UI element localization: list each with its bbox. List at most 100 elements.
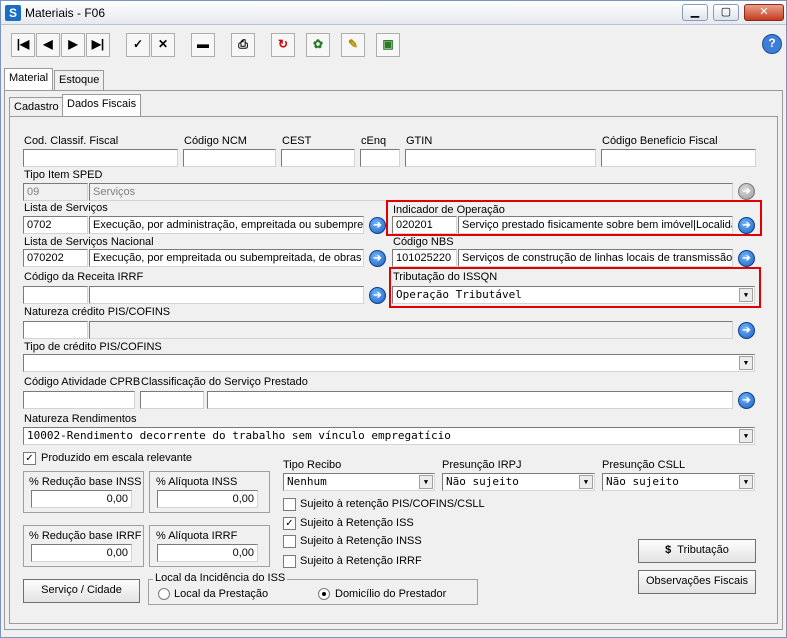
cprb-label: Código Atividade CPRB [24, 376, 141, 388]
first-record-button[interactable]: |◀ [11, 33, 35, 57]
red-irrf-input[interactable]: 0,00 [31, 544, 132, 562]
irpj-label: Presunção IRPJ [442, 459, 522, 471]
indicador-code[interactable]: 020201 [392, 216, 457, 234]
materiais-window: S Materiais - F06 ▁ ▢ ✕ |◀ ◀ ▶ ▶| ✓ ✕ ▬ … [0, 0, 787, 638]
ret-pis-label: Sujeito à retenção PIS/COFINS/CSLL [300, 498, 485, 510]
tipo-recibo-select[interactable]: Nenhum ▼ [283, 473, 435, 491]
cancel-icon[interactable]: ✕ [151, 33, 175, 57]
chevron-down-icon[interactable]: ▼ [579, 475, 593, 489]
tab-dados-fiscais[interactable]: Dados Fiscais [62, 94, 142, 116]
lista-nacional-code[interactable]: 070202 [23, 249, 88, 267]
chevron-down-icon[interactable]: ▼ [419, 475, 433, 489]
natureza-rend-value: 10002-Rendimento decorrente do trabalho … [27, 429, 451, 442]
last-record-button[interactable]: ▶| [86, 33, 110, 57]
observacoes-button[interactable]: Observações Fiscais [638, 570, 756, 594]
lista-nacional-desc[interactable]: Execução, por empreitada ou subempreitad… [89, 249, 364, 267]
next-record-button[interactable]: ▶ [61, 33, 85, 57]
ret-iss-label: Sujeito à Retenção ISS [300, 517, 414, 529]
search-icon[interactable]: ➔ [738, 322, 755, 339]
cod-classif-input[interactable] [23, 149, 178, 167]
classif-servico-desc[interactable] [207, 391, 733, 409]
ret-iss-checkbox[interactable]: ✓ [283, 517, 296, 530]
produzido-checkbox[interactable]: ✓ [23, 452, 36, 465]
search-icon[interactable]: ➔ [738, 217, 755, 234]
maximize-button[interactable]: ▢ [713, 4, 739, 21]
cenq-input[interactable] [360, 149, 400, 167]
aliq-inss-input[interactable]: 0,00 [157, 490, 258, 508]
confirm-icon[interactable]: ✓ [126, 33, 150, 57]
red-inss-input[interactable]: 0,00 [31, 490, 132, 508]
domicilio-prestador-radio[interactable] [318, 588, 330, 600]
cest-input[interactable] [281, 149, 355, 167]
domicilio-prestador-label: Domicílio do Prestador [335, 588, 447, 600]
dollar-icon: $ [665, 544, 672, 556]
help-icon[interactable]: ? [762, 34, 782, 54]
tools-icon[interactable]: ✿ [306, 33, 330, 57]
indicador-desc[interactable]: Serviço prestado fisicamente sobre bem i… [458, 216, 733, 234]
ret-inss-checkbox[interactable] [283, 535, 296, 548]
tributacao-select[interactable]: Operação Tributável ▼ [392, 286, 755, 304]
lista-servicos-desc[interactable]: Execução, por administração, empreitada … [89, 216, 364, 234]
lista-servicos-code[interactable]: 0702 [23, 216, 88, 234]
refresh-icon[interactable]: ↻ [271, 33, 295, 57]
chevron-down-icon[interactable]: ▼ [739, 475, 753, 489]
cprb-input[interactable] [23, 391, 135, 409]
natureza-code[interactable] [23, 321, 88, 339]
aliq-irrf-input[interactable]: 0,00 [157, 544, 258, 562]
tab-cadastro[interactable]: Cadastro [9, 97, 64, 117]
csll-select[interactable]: Não sujeito ▼ [602, 473, 755, 491]
tipo-credito-label: Tipo de crédito PIS/COFINS [24, 341, 162, 353]
search-icon[interactable]: ➔ [369, 250, 386, 267]
classif-servico-label: Classificação do Serviço Prestado [141, 376, 308, 388]
ncm-input[interactable] [183, 149, 276, 167]
ret-pis-checkbox[interactable] [283, 498, 296, 511]
chevron-down-icon[interactable]: ▼ [739, 356, 753, 370]
natureza-rend-select[interactable]: 10002-Rendimento decorrente do trabalho … [23, 427, 755, 445]
gtin-input[interactable] [405, 149, 596, 167]
search-icon[interactable]: ➔ [738, 392, 755, 409]
lista-nacional-label: Lista de Serviços Nacional [24, 236, 154, 248]
tributacao-button[interactable]: $ Tributação [638, 539, 756, 563]
nbs-code[interactable]: 101025220 [392, 249, 457, 267]
delete-icon[interactable]: ▬ [191, 33, 215, 57]
search-icon[interactable]: ➔ [369, 287, 386, 304]
prev-record-button[interactable]: ◀ [36, 33, 60, 57]
tributacao-value: Operação Tributável [396, 288, 522, 301]
local-incidencia-label: Local da Incidência do ISS [153, 572, 288, 584]
report-icon[interactable]: ✎ [341, 33, 365, 57]
tipo-item-code: 09 [23, 183, 88, 201]
local-prestacao-radio[interactable] [158, 588, 170, 600]
toolbar: |◀ ◀ ▶ ▶| ✓ ✕ ▬ ⎙ ↻ ✿ ✎ ▣ ? [1, 25, 786, 65]
chevron-down-icon[interactable]: ▼ [739, 288, 753, 302]
nbs-desc[interactable]: Serviços de construção de linhas locais … [458, 249, 733, 267]
gtin-label: GTIN [406, 135, 433, 147]
search-icon[interactable]: ➔ [738, 250, 755, 267]
minimize-button[interactable]: ▁ [682, 4, 708, 21]
search-icon[interactable]: ➔ [369, 217, 386, 234]
ret-irrf-checkbox[interactable] [283, 555, 296, 568]
ret-inss-label: Sujeito à Retenção INSS [300, 535, 422, 547]
beneficio-input[interactable] [601, 149, 756, 167]
red-irrf-label: % Redução base IRRF [29, 530, 142, 542]
receita-desc[interactable] [89, 286, 364, 304]
chevron-down-icon[interactable]: ▼ [739, 429, 753, 443]
tributacao-label: Tributação do ISSQN [393, 271, 498, 283]
local-prestacao-label: Local da Prestação [174, 588, 269, 600]
image-icon[interactable]: ▣ [376, 33, 400, 57]
print-icon[interactable]: ⎙ [231, 33, 255, 57]
close-button[interactable]: ✕ [744, 4, 784, 21]
tab-material[interactable]: Material [4, 68, 54, 90]
tipo-recibo-value: Nenhum [287, 475, 327, 488]
red-inss-label: % Redução base INSS [29, 476, 142, 488]
tipo-credito-select[interactable]: ▼ [23, 354, 755, 372]
servico-cidade-button[interactable]: Serviço / Cidade [23, 579, 140, 603]
window-title: Materiais - F06 [25, 6, 106, 20]
receita-label: Código da Receita IRRF [24, 271, 144, 283]
app-icon: S [5, 5, 21, 21]
tab-estoque[interactable]: Estoque [54, 70, 105, 90]
receita-code[interactable] [23, 286, 88, 304]
classif-servico-code[interactable] [140, 391, 204, 409]
aliq-inss-label: % Alíquota INSS [156, 476, 238, 488]
irpj-select[interactable]: Não sujeito ▼ [442, 473, 595, 491]
cod-classif-label: Cod. Classif. Fiscal [24, 135, 119, 147]
